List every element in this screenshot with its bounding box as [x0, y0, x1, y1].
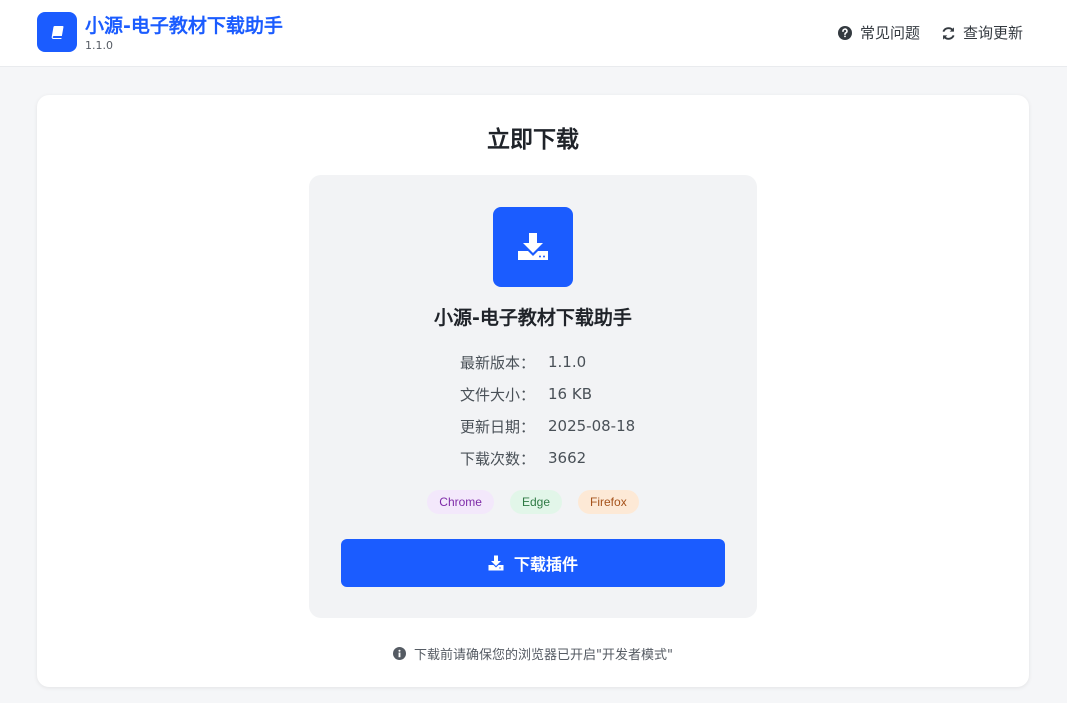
info-circle-icon — [393, 647, 407, 660]
book-icon — [51, 26, 64, 39]
question-circle-icon — [838, 25, 854, 41]
browser-tag-edge: Edge — [509, 490, 563, 514]
info-row-date: 更新日期： 2025-08-18 — [460, 410, 635, 442]
info-label: 更新日期： — [460, 417, 536, 436]
browser-tag-firefox: Firefox — [578, 490, 639, 514]
download-icon — [488, 555, 504, 571]
product-icon-box — [493, 207, 573, 287]
developer-mode-note: 下载前请确保您的浏览器已开启"开发者模式" — [37, 644, 1029, 663]
refresh-icon — [941, 25, 957, 41]
app-version: 1.1.0 — [85, 39, 113, 52]
info-value: 16 KB — [548, 385, 592, 403]
nav-update-label: 查询更新 — [963, 24, 1024, 42]
download-card: 立即下载 小源-电子教材下载助手 最新版本： 1.1.0 文件大小： 16 KB — [37, 95, 1029, 687]
nav-update-link[interactable]: 查询更新 — [941, 22, 1023, 43]
product-name: 小源-电子教材下载助手 — [434, 307, 632, 329]
download-plugin-button[interactable]: 下载插件 — [341, 539, 725, 587]
info-value: 2025-08-18 — [548, 417, 636, 435]
info-row-downloads: 下载次数： 3662 — [460, 442, 635, 474]
download-tray-icon — [518, 233, 548, 260]
browser-tags: Chrome Edge Firefox — [309, 490, 757, 514]
product-info-list: 最新版本： 1.1.0 文件大小： 16 KB 更新日期： 2025-08-18… — [460, 346, 635, 474]
info-value: 3662 — [548, 449, 587, 467]
info-label: 下载次数： — [460, 449, 536, 468]
info-label: 最新版本： — [460, 353, 536, 372]
note-text: 下载前请确保您的浏览器已开启"开发者模式" — [414, 648, 673, 663]
product-card: 小源-电子教材下载助手 最新版本： 1.1.0 文件大小： 16 KB 更新日期… — [309, 175, 757, 618]
browser-tag-chrome: Chrome — [427, 490, 494, 514]
nav-faq-link[interactable]: 常见问题 — [838, 22, 920, 43]
info-label: 文件大小： — [460, 385, 536, 404]
app-header: 小源-电子教材下载助手 1.1.0 常见问题 查询更新 — [0, 0, 1067, 67]
download-button-label: 下载插件 — [513, 555, 578, 574]
nav-faq-label: 常见问题 — [860, 24, 921, 42]
info-row-size: 文件大小： 16 KB — [460, 378, 635, 410]
app-title: 小源-电子教材下载助手 — [85, 15, 283, 37]
info-row-version: 最新版本： 1.1.0 — [460, 346, 635, 378]
info-value: 1.1.0 — [548, 353, 587, 371]
app-logo — [37, 12, 77, 52]
page-title: 立即下载 — [487, 127, 579, 153]
